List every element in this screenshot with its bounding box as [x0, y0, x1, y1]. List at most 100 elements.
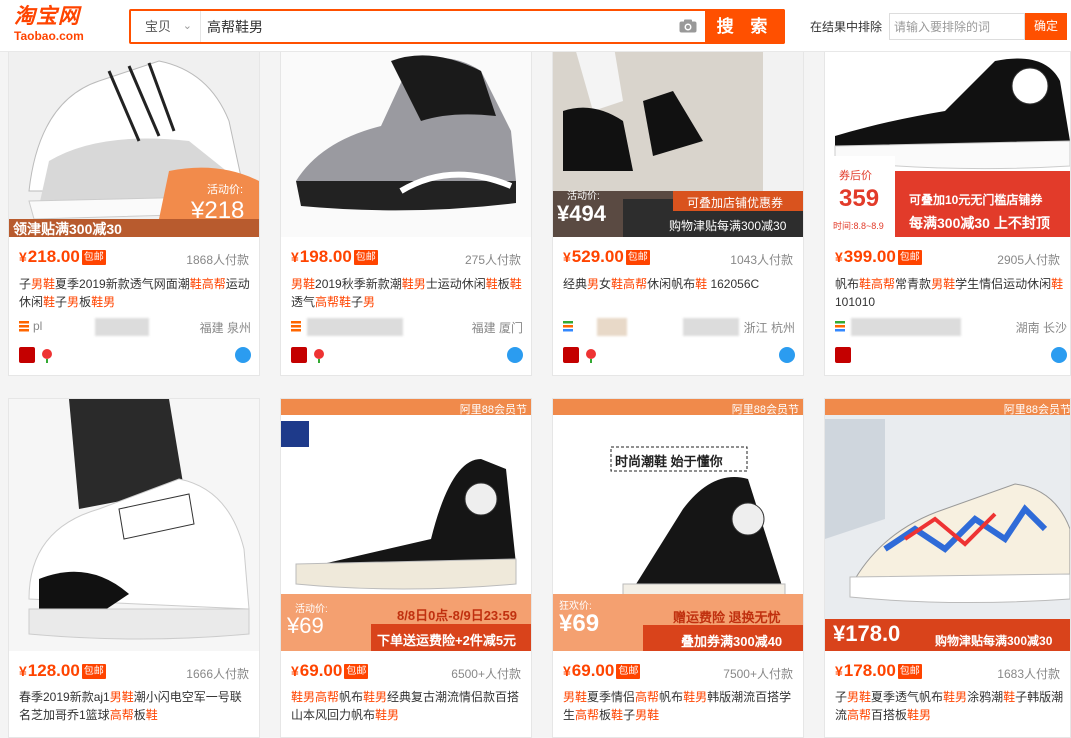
- free-shipping-badge: 包邮: [897, 250, 922, 265]
- title-text: 板: [79, 295, 92, 309]
- tmall-icon[interactable]: [291, 347, 307, 363]
- product-card[interactable]: ¥198.00 包邮 275人付款 男鞋2019秋季新款潮鞋男士运动休闲鞋板鞋透气…: [280, 40, 532, 376]
- product-card[interactable]: 券后价 359 时间:8.8~8.9 可叠加10元无门槛店铺券 每满300减30…: [824, 40, 1071, 376]
- title-text: 女: [599, 277, 612, 291]
- tmall-icon[interactable]: [835, 347, 851, 363]
- title-text: 101010: [835, 295, 876, 309]
- title-keyword-highlight: 男鞋: [31, 277, 56, 291]
- title-keyword-highlight: 鞋男: [943, 690, 968, 704]
- title-text: 士运动: [425, 277, 462, 291]
- tmall-icon[interactable]: [563, 347, 579, 363]
- title-keyword-highlight: 高帮: [575, 708, 600, 722]
- exclude-input[interactable]: [889, 13, 1025, 40]
- paid-count: 2905人付款: [997, 253, 1060, 267]
- product-card[interactable]: 活动价: ¥494 可叠加店铺优惠券 购物津贴每满300减30 ¥529.00 包…: [552, 40, 804, 376]
- title-text: 子: [1015, 690, 1028, 704]
- wangwang-chat-icon[interactable]: [1051, 347, 1067, 363]
- product-title[interactable]: 男鞋2019秋季新款潮鞋男士运动休闲鞋板鞋透气高帮鞋子男: [291, 275, 523, 311]
- product-price: ¥178.00 包邮: [835, 661, 922, 680]
- promo-activity-price: ¥69: [559, 610, 600, 637]
- blurred-shop-name: [683, 318, 739, 336]
- product-card[interactable]: 活动价: ¥218 领津贴满300减30 ¥218.00 包邮 1868人付款 子…: [8, 40, 260, 376]
- title-keyword-highlight: 鞋男: [401, 277, 426, 291]
- title-keyword-highlight: 鞋: [509, 277, 522, 291]
- promo-tag: 可叠加店铺优惠券: [687, 196, 784, 210]
- product-image[interactable]: [281, 41, 531, 237]
- title-text: 经典: [563, 277, 588, 291]
- title-text: 常青款: [895, 277, 932, 291]
- product-title[interactable]: 经典男女鞋高帮休闲帆布鞋 162056C: [563, 275, 795, 311]
- product-card[interactable]: ¥128.00 包邮 1666人付款 春季2019新款aj1男鞋潮小闪电空军一号联…: [8, 398, 260, 738]
- promo-activity-price: ¥178.0: [833, 621, 901, 646]
- product-title[interactable]: 鞋男高帮帆布鞋男经典复古潮流情侣款百搭山本风回力帆布鞋男: [291, 688, 523, 724]
- flower-icon[interactable]: [583, 347, 599, 363]
- taobao-logo[interactable]: 淘宝网 Taobao.com: [14, 5, 114, 47]
- promo-banner: 下单送运费险+2件减5元: [377, 633, 517, 648]
- product-card[interactable]: 阿里88会员节 ¥178.0 购物津贴每满300减30 ¥178.00 包邮 16…: [824, 398, 1071, 738]
- title-text: 夏季2019新款透气网面潮: [55, 277, 190, 291]
- paid-count: 1868人付款: [186, 253, 249, 267]
- flower-icon[interactable]: [39, 347, 55, 363]
- product-price: ¥218.00 包邮: [19, 247, 106, 266]
- wangwang-chat-icon[interactable]: [779, 347, 795, 363]
- product-card[interactable]: 阿里88会员节 活动价: ¥69 8/8日0点-8/9日23:59 下单送运费险…: [280, 398, 532, 738]
- product-price: ¥69.00 包邮: [291, 661, 369, 680]
- tmall-icon[interactable]: [19, 347, 35, 363]
- promo-tag: 可叠加10元无门槛店铺券: [909, 193, 1043, 207]
- product-image[interactable]: 阿里88会员节 ¥178.0 购物津贴每满300减30: [825, 399, 1070, 651]
- product-price: ¥529.00 包邮: [563, 247, 650, 266]
- title-text: 学生情侣运动休闲: [955, 277, 1052, 291]
- title-text: 百搭板: [871, 708, 908, 722]
- title-keyword-highlight: 鞋高: [611, 277, 636, 291]
- promo-banner: 购物津贴每满300减30: [669, 219, 787, 233]
- promo-coupon-label: 券后价: [839, 170, 872, 182]
- sneaker-image: [281, 41, 531, 237]
- title-keyword-highlight: 男鞋: [847, 690, 872, 704]
- title-keyword-highlight: 鞋: [1051, 277, 1064, 291]
- product-price: ¥69.00 包邮: [563, 661, 641, 680]
- badges-row: [19, 347, 251, 365]
- shop-row: pl 福建 泉州: [19, 318, 251, 336]
- title-keyword-highlight: 高帮鞋: [315, 295, 352, 309]
- chevron-down-icon: ⌄: [182, 20, 192, 32]
- product-image[interactable]: 阿里88会员节 时尚潮鞋 始于懂你 狂欢价: ¥69 赠运费险 退换无忧 叠加券…: [553, 399, 803, 651]
- flower-icon[interactable]: [311, 347, 327, 363]
- exclude-confirm-button[interactable]: 确定: [1025, 13, 1067, 40]
- product-image[interactable]: 活动价: ¥218 领津贴满300减30: [9, 41, 259, 237]
- product-image[interactable]: 活动价: ¥494 可叠加店铺优惠券 购物津贴每满300减30: [553, 41, 803, 237]
- product-card[interactable]: 阿里88会员节 时尚潮鞋 始于懂你 狂欢价: ¥69 赠运费险 退换无忧 叠加券…: [552, 398, 804, 738]
- free-shipping-badge: 包邮: [616, 664, 641, 679]
- title-text: 子: [19, 277, 32, 291]
- product-image[interactable]: 阿里88会员节 活动价: ¥69 8/8日0点-8/9日23:59 下单送运费险…: [281, 399, 531, 651]
- product-image[interactable]: 券后价 359 时间:8.8~8.9 可叠加10元无门槛店铺券 每满300减30…: [825, 41, 1070, 237]
- blurred-shop-name: [597, 318, 627, 336]
- wangwang-chat-icon[interactable]: [507, 347, 523, 363]
- title-text: 透气: [291, 295, 316, 309]
- promo-date: 8/8日0点-8/9日23:59: [397, 608, 517, 623]
- free-shipping-badge: 包邮: [353, 250, 378, 265]
- title-keyword-highlight: 鞋: [43, 295, 56, 309]
- product-title[interactable]: 帆布鞋高帮常青款男鞋学生情侣运动休闲鞋101010: [835, 275, 1067, 311]
- title-text: 2019秋季新款潮: [315, 277, 402, 291]
- search-type-label: 宝贝: [145, 19, 172, 34]
- free-shipping-badge: 包邮: [344, 664, 369, 679]
- product-image[interactable]: [9, 399, 259, 651]
- search-button[interactable]: 搜 索: [705, 9, 785, 44]
- product-title[interactable]: 男鞋夏季情侣高帮帆布鞋男韩版潮流百搭学生高帮板鞋子男鞋: [563, 688, 795, 724]
- camera-icon[interactable]: [679, 19, 697, 33]
- shop-name[interactable]: pl: [33, 319, 42, 333]
- product-title[interactable]: 子男鞋夏季透气帆布鞋男涂鸦潮鞋子韩版潮流高帮百搭板鞋男: [835, 688, 1067, 724]
- promo-corner: 阿里88会员节: [731, 404, 799, 416]
- promo-slogan: 时尚潮鞋 始于懂你: [615, 454, 723, 469]
- search-type-select[interactable]: 宝贝 ⌄: [131, 11, 201, 42]
- shop-location: 福建 泉州: [199, 321, 251, 335]
- badges-row: [291, 347, 523, 365]
- wangwang-chat-icon[interactable]: [235, 347, 251, 363]
- search-input[interactable]: [205, 11, 665, 42]
- product-title[interactable]: 子男鞋夏季2019新款透气网面潮鞋高帮运动休闲鞋子男板鞋男: [19, 275, 251, 311]
- logo-text-en: Taobao.com: [14, 29, 84, 43]
- product-title[interactable]: 春季2019新款aj1男鞋潮小闪电空军一号联名芝加哥乔1篮球高帮板鞋: [19, 688, 251, 724]
- title-keyword-highlight: 高帮: [201, 277, 226, 291]
- title-keyword-highlight: 鞋男: [363, 690, 388, 704]
- title-keyword-highlight: 鞋男: [907, 708, 932, 722]
